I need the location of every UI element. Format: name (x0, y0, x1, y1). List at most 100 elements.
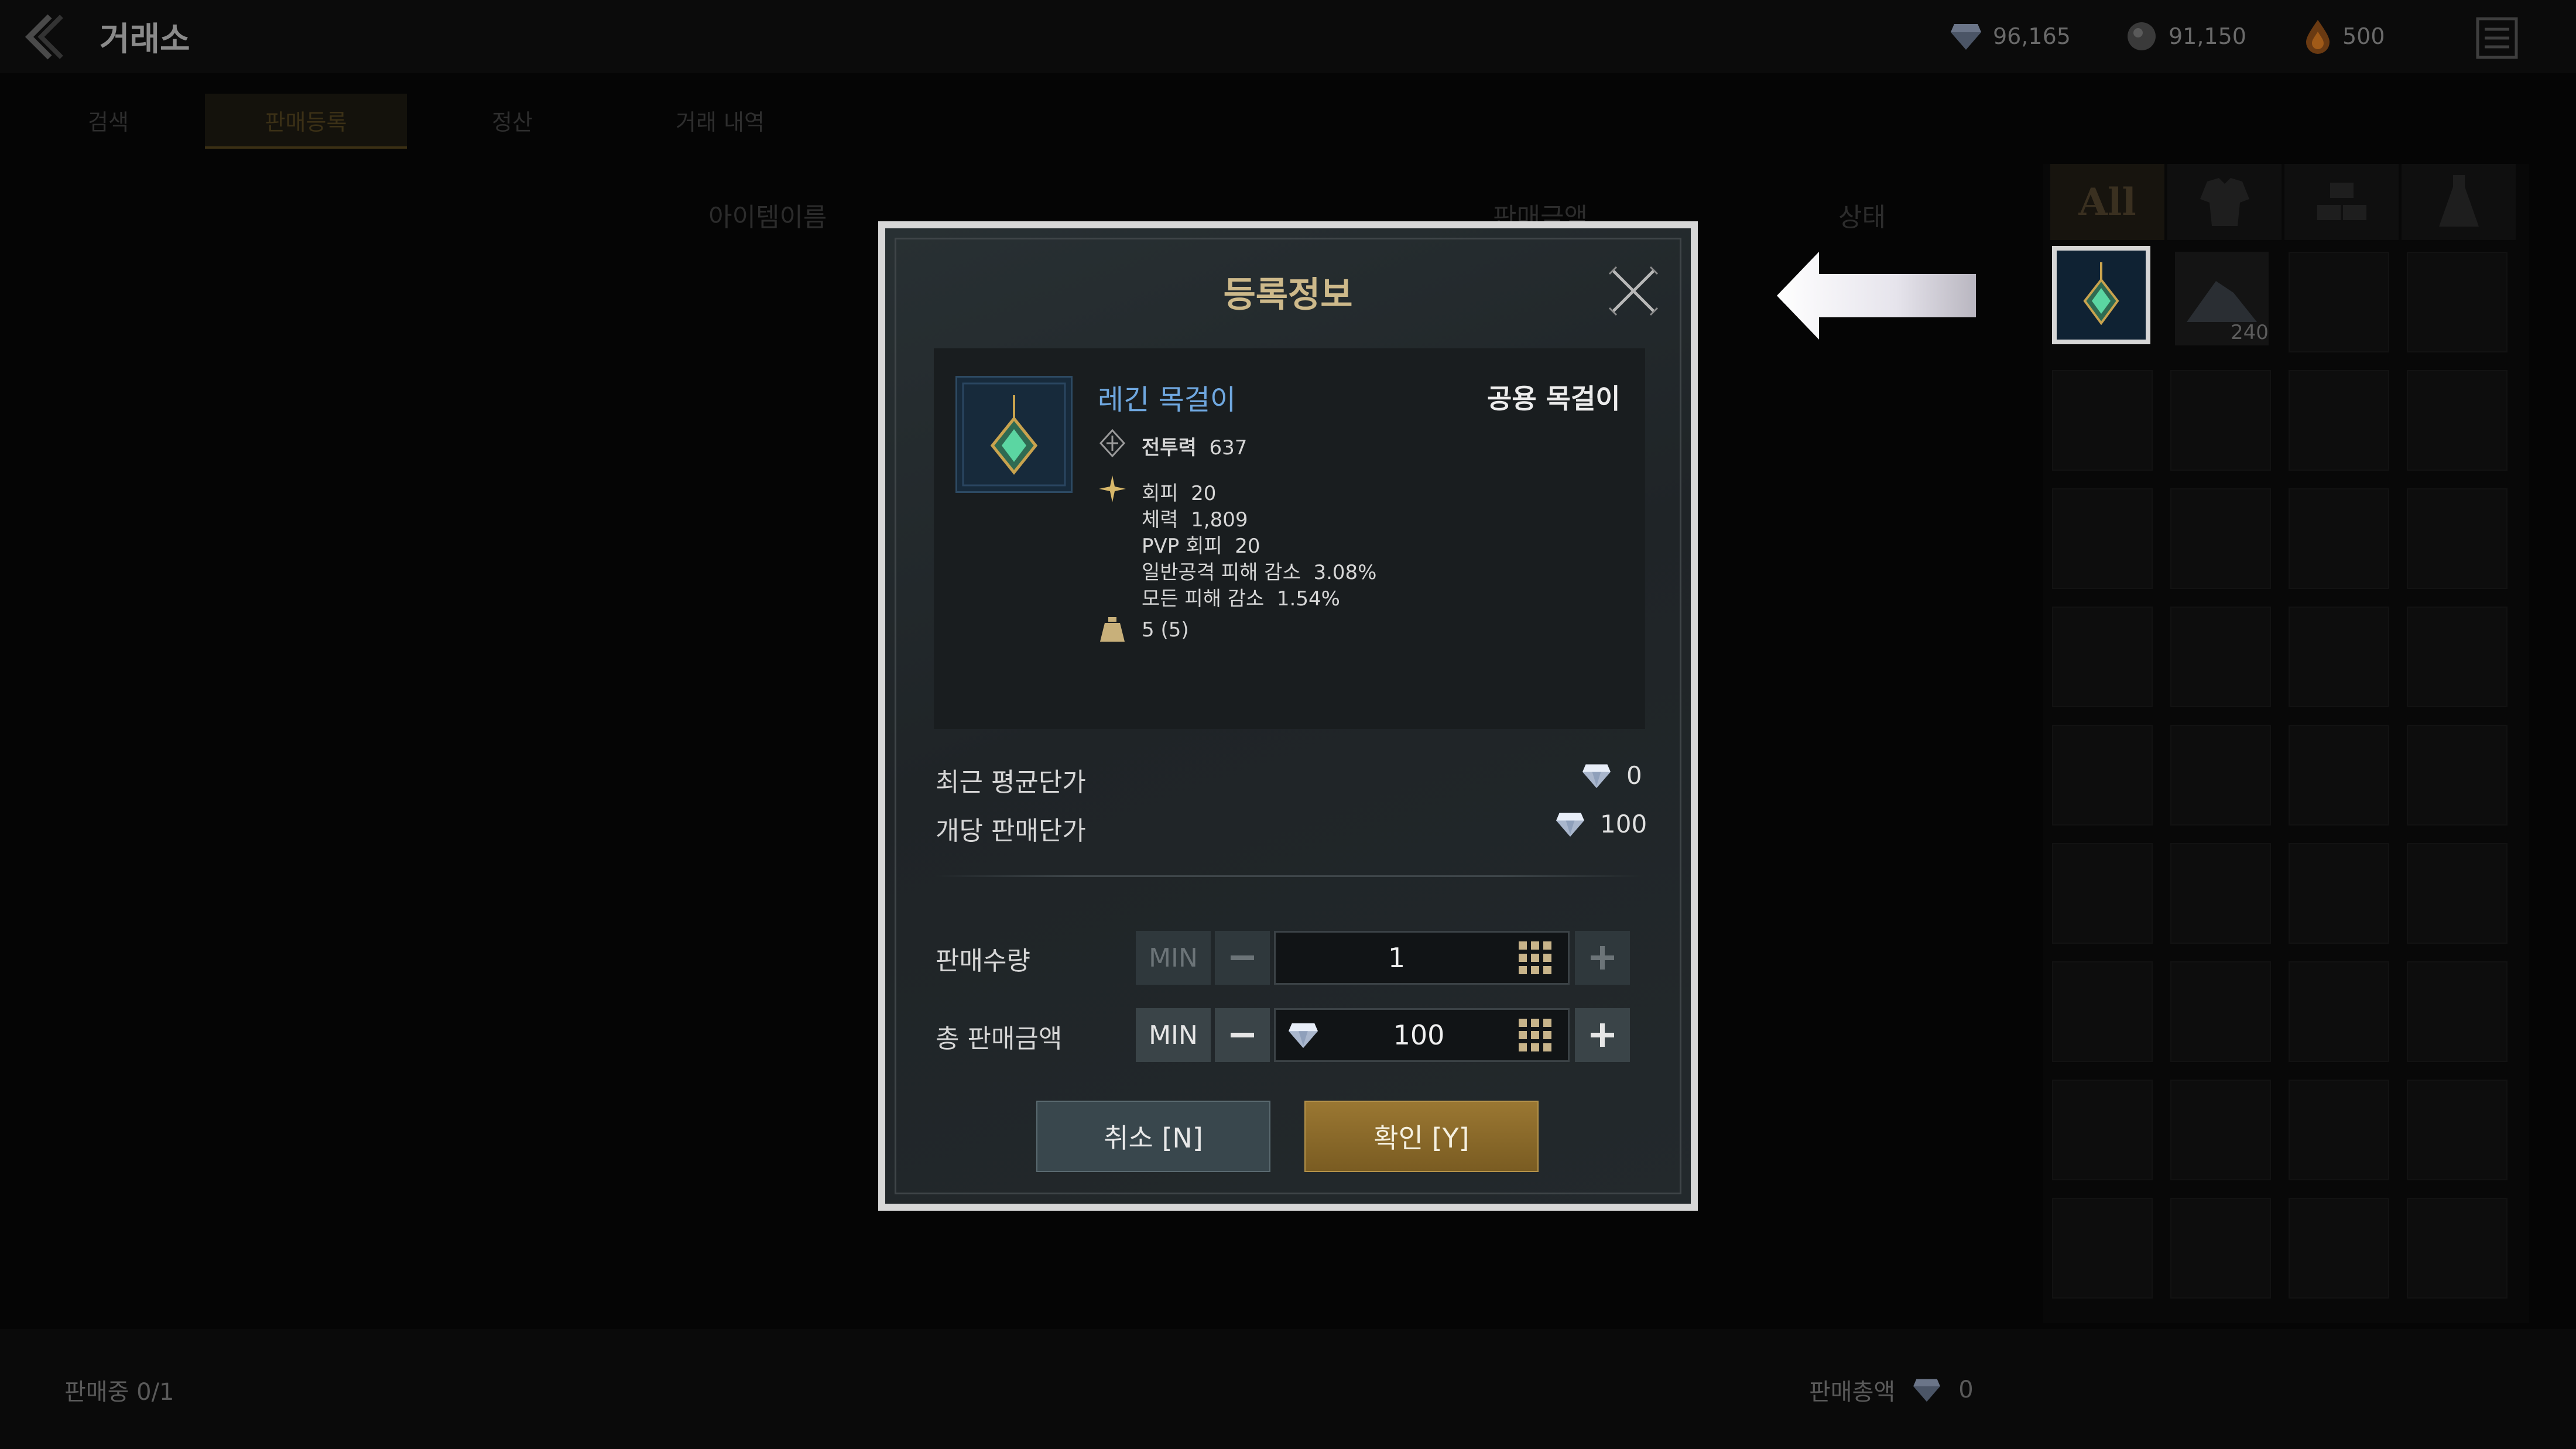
unit-price-label: 개당 판매단가 (936, 816, 1086, 846)
inventory-slot-empty[interactable] (2289, 607, 2389, 707)
inventory-slot-empty[interactable] (2170, 370, 2271, 471)
sales-total-value: 0 (1958, 1376, 1974, 1403)
plus-icon (1591, 946, 1614, 970)
unit-price-value: 100 (1600, 810, 1647, 838)
quantity-min-button[interactable]: MIN (1136, 931, 1211, 985)
tab-register-sale[interactable]: 판매등록 (205, 94, 407, 149)
combat-power: 전투력 637 (1142, 431, 1247, 460)
inventory-slot-selected[interactable] (2052, 246, 2150, 344)
currency-orb: 91,150 (2125, 18, 2246, 55)
inventory-slot-empty[interactable] (2289, 843, 2389, 944)
stat-line: PVP 회피 20 (1142, 535, 1260, 558)
quantity-label: 판매수량 (936, 946, 1030, 976)
inventory-slot-empty[interactable] (2407, 961, 2508, 1062)
recent-average-price-value: 0 (1626, 761, 1642, 790)
plus-icon (1591, 1023, 1614, 1047)
pointer-arrow-icon (1777, 252, 1976, 340)
inventory-slot-empty[interactable] (2407, 607, 2508, 707)
inventory-slot-empty[interactable] (2289, 370, 2389, 471)
inventory-slot-empty[interactable] (2170, 843, 2271, 944)
inventory-slot-empty[interactable] (2170, 488, 2271, 589)
inventory-slot-empty[interactable] (2407, 843, 2508, 944)
recent-average-price: 0 (1581, 761, 1642, 790)
total-decrease-button[interactable] (1215, 1008, 1270, 1062)
quantity-value: 1 (1388, 942, 1406, 974)
stat-line: 모든 피해 감소 1.54% (1142, 587, 1340, 611)
total-min-button[interactable]: MIN (1136, 1008, 1211, 1062)
inventory-slot-empty[interactable] (2052, 607, 2153, 707)
recent-average-price-label: 최근 평균단가 (936, 768, 1086, 797)
inventory-slot-empty[interactable] (2289, 252, 2389, 352)
filter-materials[interactable] (2284, 164, 2399, 240)
stat-line: 일반공격 피해 감소 3.08% (1142, 561, 1377, 584)
inventory-slot-empty[interactable] (2052, 1198, 2153, 1299)
tab-search[interactable]: 검색 (41, 94, 176, 146)
inventory-slot-empty[interactable] (2289, 725, 2389, 825)
inventory-slot-empty[interactable] (2407, 370, 2508, 471)
currency-orb-value: 91,150 (2169, 23, 2246, 49)
inventory-slot-empty[interactable] (2407, 725, 2508, 825)
inventory-slot-empty[interactable] (2052, 370, 2153, 471)
sales-total: 판매총액 0 (1809, 1373, 1974, 1407)
item-thumbnail (955, 376, 1073, 493)
total-price-input[interactable]: 100 (1274, 1008, 1570, 1062)
necklace-icon (962, 382, 1066, 487)
currency-flame-value: 500 (2342, 23, 2385, 49)
tab-settlement[interactable]: 정산 (445, 94, 580, 146)
inventory-slot-empty[interactable] (2289, 1080, 2389, 1180)
potion-icon (2438, 175, 2479, 227)
inventory-slot-empty[interactable] (2052, 843, 2153, 944)
inventory-slot-count: 240 (2231, 321, 2269, 344)
star-stat-icon (1099, 475, 1126, 502)
inventory-slot-empty[interactable] (2289, 961, 2389, 1062)
inventory-slot-empty[interactable] (2052, 488, 2153, 589)
inventory-slot-empty[interactable] (2407, 1198, 2508, 1299)
confirm-button[interactable]: 확인 [Y] (1304, 1101, 1539, 1172)
inventory-slot-empty[interactable] (2052, 725, 2153, 825)
inventory-slot-empty[interactable] (2170, 607, 2271, 707)
armor-icon (2200, 178, 2249, 226)
quantity-input[interactable]: 1 (1274, 931, 1570, 985)
diamond-icon (1913, 1379, 1941, 1402)
inventory-slot-empty[interactable] (2052, 1080, 2153, 1180)
close-icon[interactable] (1607, 265, 1660, 317)
item-name: 레긴 목걸이 (1098, 383, 1236, 416)
unit-price: 100 (1554, 810, 1647, 838)
page-title: 거래소 (100, 20, 190, 59)
filter-consumables[interactable] (2402, 164, 2516, 240)
inventory-slot-empty[interactable] (2407, 1080, 2508, 1180)
menu-icon[interactable] (2471, 12, 2523, 64)
inventory-slot-empty[interactable] (2289, 1198, 2389, 1299)
keypad-icon[interactable] (1517, 1018, 1553, 1053)
inventory-slot-empty[interactable] (2170, 961, 2271, 1062)
inventory-slot-empty[interactable] (2170, 1198, 2271, 1299)
dialog-title: 등록정보 (1223, 275, 1353, 316)
keypad-icon[interactable] (1517, 940, 1553, 975)
inventory-slot-empty[interactable] (2170, 725, 2271, 825)
inventory-slot-empty[interactable] (2052, 961, 2153, 1062)
filter-armor[interactable] (2167, 164, 2282, 240)
total-price-label: 총 판매금액 (936, 1024, 1063, 1054)
item-type: 공용 목걸이 (1487, 383, 1621, 415)
quantity-decrease-button[interactable] (1215, 931, 1270, 985)
quantity-increase-button[interactable] (1575, 931, 1630, 985)
ingots-icon (2317, 183, 2366, 220)
flame-drop-icon (2306, 20, 2330, 54)
combat-power-label: 전투력 (1142, 436, 1197, 460)
divider (934, 875, 1642, 877)
back-arrow-icon[interactable] (18, 11, 70, 63)
inventory-slot-empty[interactable] (2407, 252, 2508, 352)
filter-all[interactable]: All (2050, 164, 2164, 240)
cancel-button[interactable]: 취소 [N] (1036, 1101, 1270, 1172)
currency-flame: 500 (2304, 18, 2385, 55)
inventory-slot-empty[interactable] (2170, 1080, 2271, 1180)
diamond-icon (1951, 24, 1981, 50)
currency-diamond: 96,165 (1950, 18, 2071, 55)
column-header-item-name: 아이템이름 (708, 203, 827, 232)
diamond-icon (1289, 1023, 1318, 1049)
diamond-icon (1582, 764, 1611, 788)
inventory-slot-empty[interactable] (2407, 488, 2508, 589)
tab-trade-history[interactable]: 거래 내역 (632, 94, 808, 146)
inventory-slot-empty[interactable] (2289, 488, 2389, 589)
total-increase-button[interactable] (1575, 1008, 1630, 1062)
